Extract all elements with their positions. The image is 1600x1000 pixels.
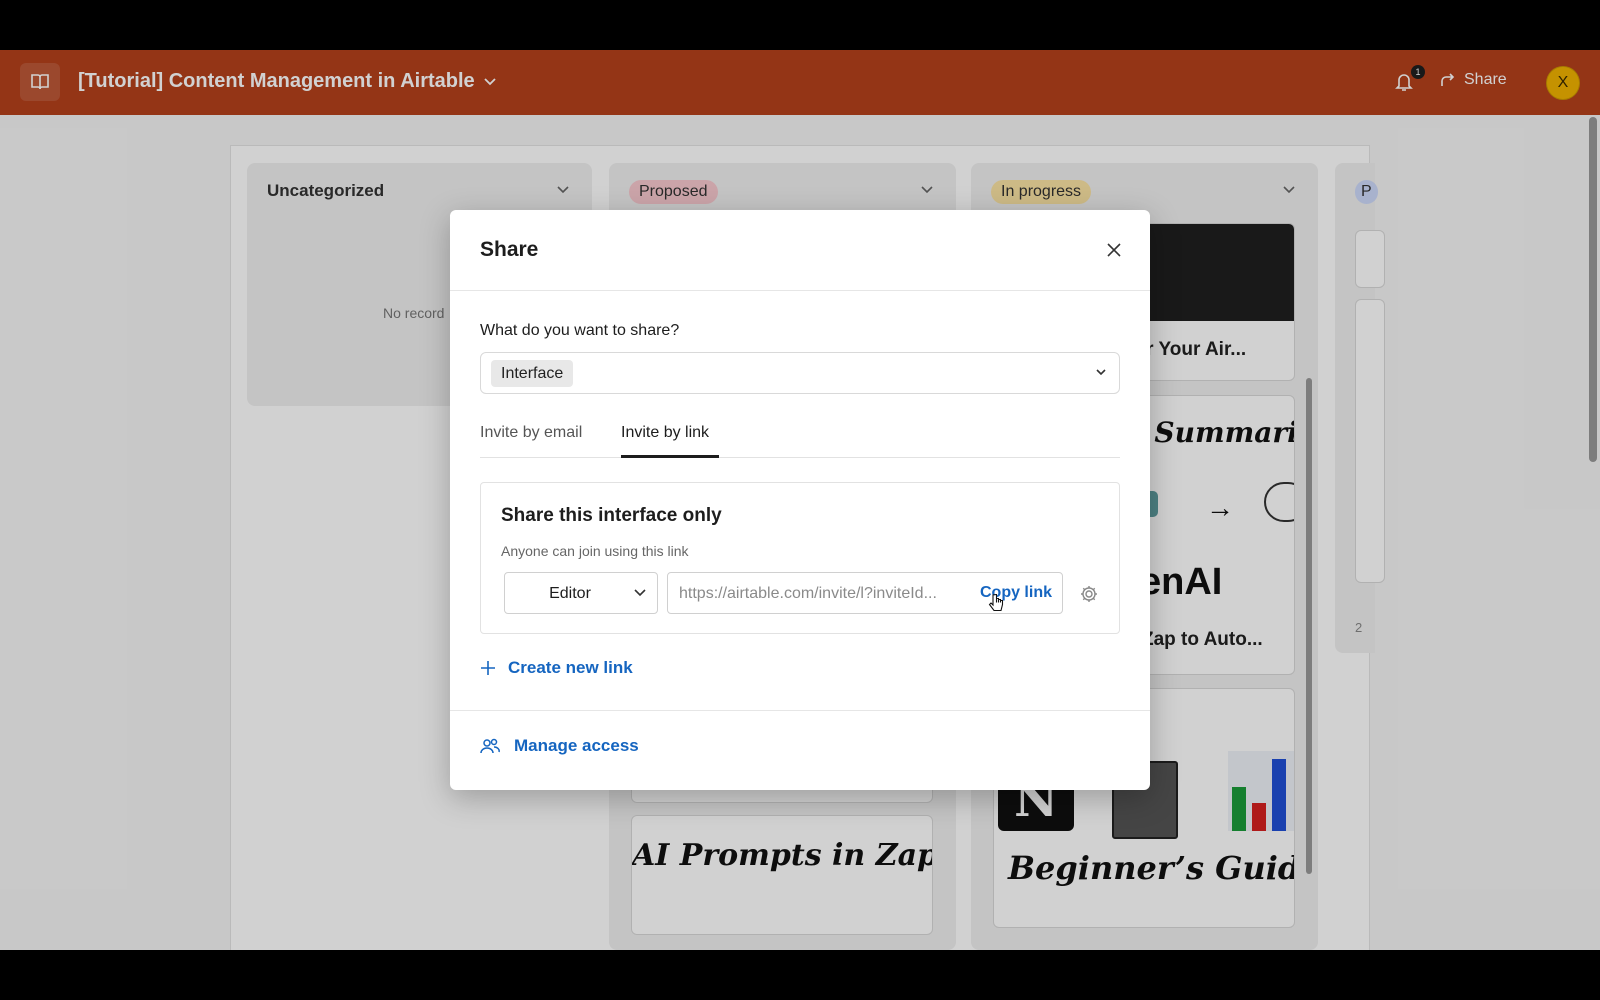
divider	[450, 710, 1150, 711]
copy-link-button[interactable]: Copy link	[968, 573, 1064, 613]
close-icon	[1107, 243, 1121, 257]
plus-icon	[481, 661, 495, 675]
panel-title: Share this interface only	[501, 505, 722, 526]
close-button[interactable]	[1102, 238, 1126, 262]
manage-access-label: Manage access	[514, 736, 639, 755]
chevron-down-icon	[1096, 369, 1106, 376]
tab-invite-by-email[interactable]: Invite by email	[480, 424, 582, 442]
tab-invite-by-link[interactable]: Invite by link	[621, 424, 709, 442]
share-question-label: What do you want to share?	[480, 322, 680, 339]
users-icon	[480, 738, 500, 754]
divider	[450, 290, 1150, 291]
active-tab-indicator	[621, 455, 719, 458]
selected-item-chip: Interface	[491, 360, 574, 387]
gear-icon[interactable]	[1079, 584, 1099, 604]
share-dialog: Share What do you want to share? Interfa…	[450, 210, 1150, 790]
manage-access-button[interactable]: Manage access	[480, 736, 639, 756]
role-select[interactable]: Editor	[504, 572, 658, 614]
chevron-down-icon	[634, 589, 646, 597]
share-link-panel: Share this interface only Anyone can joi…	[480, 482, 1120, 634]
dialog-title: Share	[480, 238, 539, 261]
invite-tabs: Invite by email Invite by link	[480, 412, 1120, 458]
share-target-select[interactable]: Interface	[480, 352, 1120, 394]
role-value: Editor	[549, 585, 591, 602]
create-new-link-label: Create new link	[508, 658, 633, 677]
app-screen: [Tutorial] Content Management in Airtabl…	[0, 50, 1600, 950]
invite-link-url: https://airtable.com/invite/l?inviteId..…	[679, 585, 937, 602]
panel-subtitle: Anyone can join using this link	[501, 543, 689, 559]
hand-cursor-icon	[988, 594, 1004, 612]
create-new-link-button[interactable]: Create new link	[480, 658, 633, 678]
